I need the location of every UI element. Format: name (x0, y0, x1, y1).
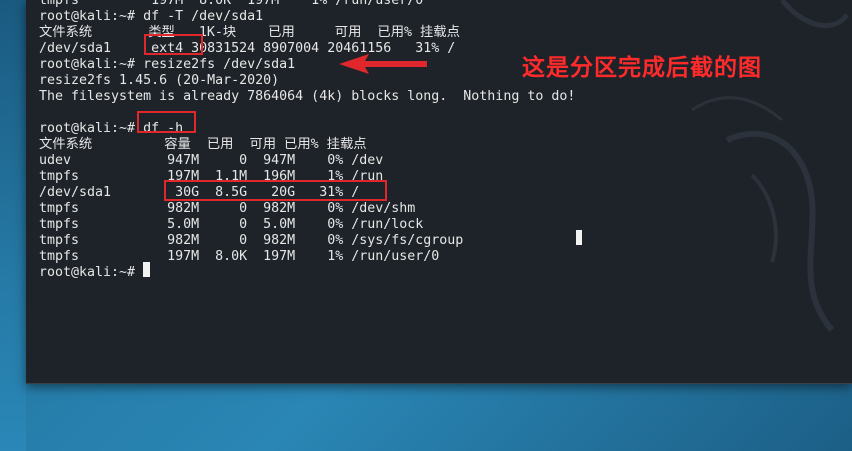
terminal-line: resize2fs 1.45.6 (20-Mar-2020) (39, 73, 280, 88)
terminal-line: The filesystem is already 7864064 (4k) b… (39, 89, 576, 104)
terminal-line: tmpfs 982M 0 982M 0% /sys/fs/cgroup (39, 233, 464, 248)
terminal-line: tmpfs 197M 1.1M 196M 1% /run (39, 169, 384, 184)
terminal-line: udev 947M 0 947M 0% /dev (39, 153, 384, 168)
terminal-line: 文件系统 容量 已用 可用 已用% 挂载点 (39, 137, 367, 152)
terminal-line: tmpfs 5.0M 0 5.0M 0% /run/lock (39, 217, 424, 232)
terminal-window[interactable]: tmpfs 197M 8.0K 197M 1% /run/user/0 root… (26, 0, 852, 384)
arrow-left-icon (339, 54, 427, 74)
terminal-line: /dev/sda1 30G 8.5G 20G 31% / (39, 185, 360, 200)
desktop-background (0, 0, 26, 451)
text-cursor (143, 262, 150, 277)
terminal-line: root@kali:~# df -T /dev/sda1 (39, 9, 264, 24)
terminal-line: 文件系统 类型 1K-块 已用 可用 已用% 挂载点 (39, 25, 460, 40)
annotation-note: 这是分区完成后截的图 (522, 55, 762, 81)
terminal-line: root@kali:~# resize2fs /dev/sda1 (39, 57, 296, 72)
terminal-line: tmpfs 197M 8.0K 197M 1% /run/user/0 (39, 249, 440, 264)
terminal-line: tmpfs 197M 8.0K 197M 1% /run/user/0 (39, 0, 424, 8)
terminal-line: root@kali:~# df -h (39, 121, 184, 136)
terminal-line: tmpfs 982M 0 982M 0% /dev/shm (39, 201, 416, 216)
terminal-line: /dev/sda1 ext4 30831524 8907004 20461156… (39, 41, 456, 56)
mouse-text-cursor (576, 230, 582, 245)
terminal-prompt: root@kali:~# (39, 265, 144, 280)
terminal-output: tmpfs 197M 8.0K 197M 1% /run/user/0 root… (39, 0, 575, 281)
